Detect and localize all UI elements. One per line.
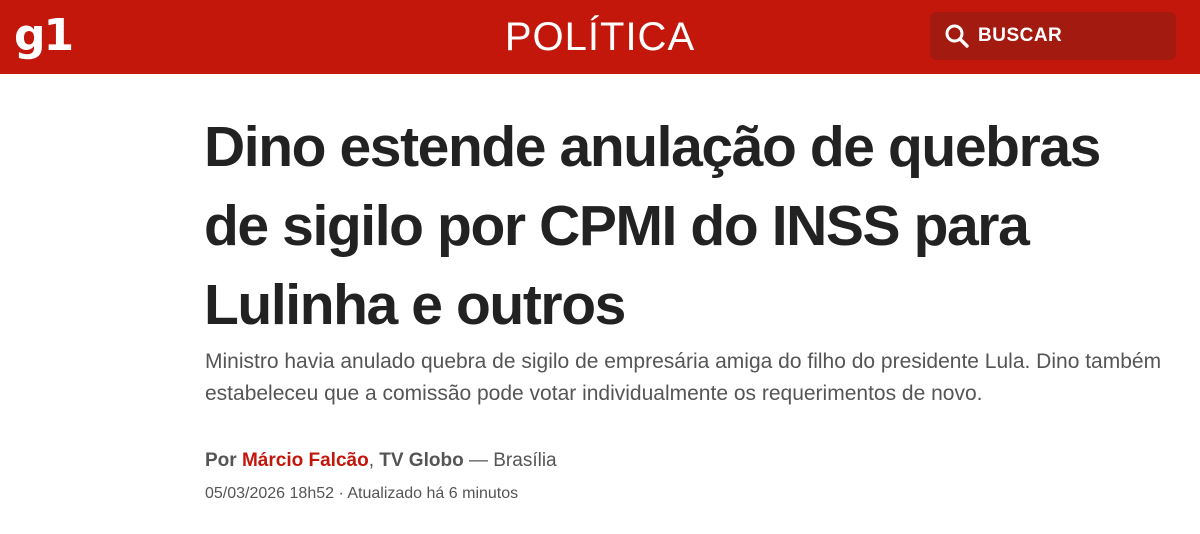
search-icon xyxy=(944,23,970,49)
article-headline: Dino estende anulação de quebras de sigi… xyxy=(204,115,1101,337)
byline-separator: , xyxy=(368,450,374,471)
top-bar: g1 POLÍTICA BUSCAR xyxy=(0,0,1200,74)
byline-location: Brasília xyxy=(493,450,557,471)
section-title[interactable]: POLÍTICA xyxy=(300,12,900,62)
byline-prefix: Por xyxy=(205,450,237,471)
dateline-dot: · xyxy=(338,485,344,502)
byline-organization: TV Globo xyxy=(379,450,464,471)
published-date: 05/03/2026 18h52 xyxy=(205,485,335,502)
article-subtitle: Ministro havia anulado quebra de sigilo … xyxy=(205,350,1162,405)
g1-logo[interactable]: g1 xyxy=(14,8,74,64)
author-link[interactable]: Márcio Falcão xyxy=(242,450,369,471)
dateline: 05/03/2026 18h52 · Atualizado há 6 minut… xyxy=(205,483,518,505)
byline-dash: — xyxy=(468,450,488,471)
updated-time: Atualizado há 6 minutos xyxy=(347,485,519,502)
byline: Por Márcio Falcão, TV Globo — Brasília xyxy=(205,449,557,473)
search-button[interactable]: BUSCAR xyxy=(930,12,1176,60)
search-label: BUSCAR xyxy=(978,25,1063,46)
